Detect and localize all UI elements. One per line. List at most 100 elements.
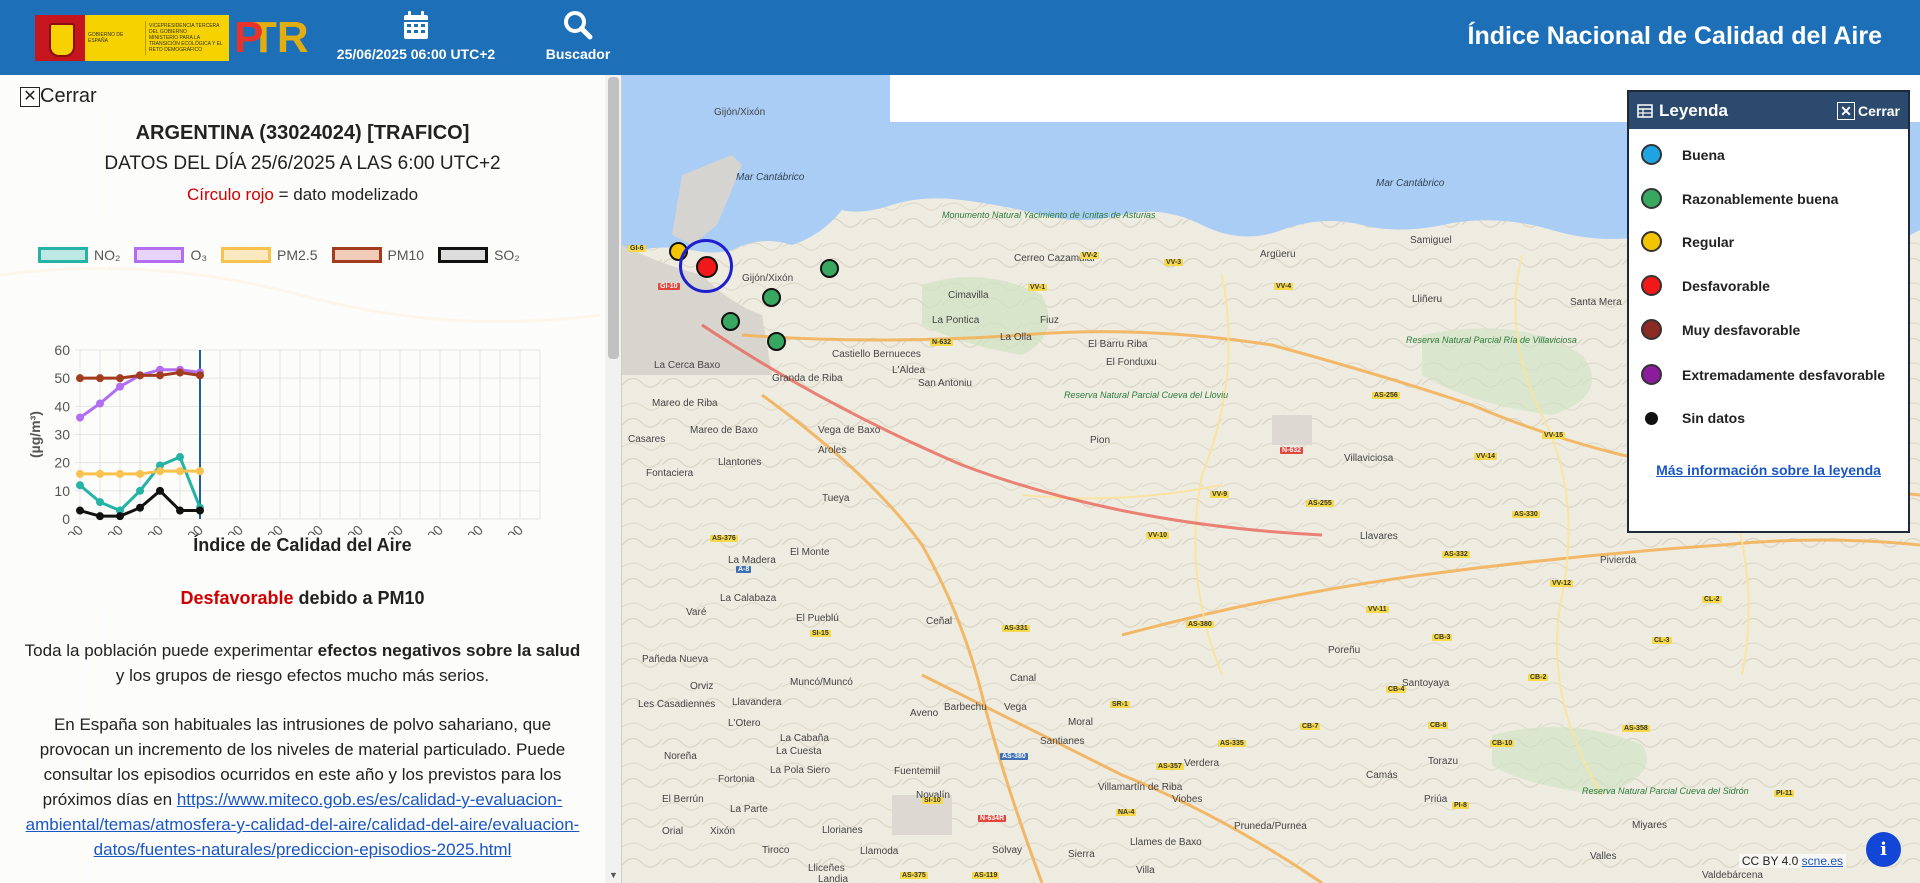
place-label: Viobes — [1172, 794, 1203, 805]
road-tag: CB-3 — [1432, 634, 1453, 641]
station-marker-good[interactable] — [820, 259, 839, 278]
legend-item-desfavorable: Desfavorable — [1641, 275, 1770, 296]
road-tag: VV-10 — [1146, 532, 1170, 539]
chart-data-point — [96, 469, 104, 478]
place-label: Lliceñes — [808, 863, 845, 874]
road-tag: SR-1 — [1110, 701, 1130, 708]
station-marker-good[interactable] — [721, 312, 740, 331]
place-label: Orial — [662, 826, 684, 837]
place-label: La Pontica — [932, 315, 980, 326]
chart-x-tick-label: 02:00 — [90, 522, 126, 535]
info-button[interactable]: i — [1866, 832, 1901, 867]
panel-scrollbar[interactable]: ▼ — [605, 75, 621, 883]
legend-dot-regular — [1641, 231, 1662, 252]
chart-y-tick-label: 60 — [54, 342, 70, 358]
place-label: La Olla — [1000, 332, 1032, 343]
legend-more-info-link[interactable]: Más información sobre la leyenda — [1629, 462, 1908, 478]
chart-legend-item[interactable]: NO₂ — [38, 247, 120, 263]
place-label: La Cabaña — [780, 733, 829, 744]
chart-y-tick-label: 50 — [54, 370, 70, 386]
chart-x-tick-label: 10:00 — [250, 522, 286, 535]
chart-data-point — [176, 368, 184, 377]
chart-legend-item[interactable]: SO₂ — [438, 247, 520, 263]
sea-label-2: Mar Cantábrico — [1376, 178, 1445, 189]
chart-legend-swatch — [38, 247, 88, 263]
chart-data-point — [136, 469, 144, 478]
legend-item-extremadamente-desfavorable: Extremadamente desfavorable — [1641, 364, 1885, 385]
ministry-name-text: MINISTERIO PARA LA TRANSICIÓN ECOLÓGICA … — [149, 35, 223, 53]
chart-legend-swatch — [221, 247, 272, 263]
place-label: La Madera — [728, 555, 776, 566]
place-label: Xixón — [710, 826, 736, 837]
chart-legend-item[interactable]: PM2.5 — [221, 247, 318, 263]
road-tag: AS-375 — [900, 872, 928, 879]
chart-data-point — [196, 506, 204, 515]
place-label: Torazu — [1428, 756, 1459, 767]
chart-data-point — [76, 481, 84, 490]
chart-data-point — [196, 371, 204, 380]
place-label: Pañeda Nueva — [642, 654, 709, 665]
chart-data-point — [156, 467, 164, 476]
legend-close-button[interactable]: ✕ Cerrar — [1836, 101, 1900, 120]
road-tag: VV-12 — [1550, 580, 1574, 587]
place-label: Argüeru — [1260, 249, 1296, 260]
place-label: Llantones — [718, 457, 762, 468]
search-icon — [564, 11, 593, 40]
legend-dot-razonablemente-buena — [1641, 188, 1662, 209]
place-label: Llavares — [1360, 531, 1398, 542]
road-tag: CL-2 — [1702, 596, 1722, 603]
aqi-title: Índice de Calidad del Aire — [193, 535, 412, 555]
prtr-logo-icon[interactable]: TR P — [234, 15, 309, 61]
place-label: Valdebárcena — [1702, 870, 1763, 881]
road-tag: GI-6 — [628, 245, 646, 252]
map-attribution: CC BY 4.0 scne.es — [1738, 854, 1846, 868]
chart-y-tick-label: 0 — [62, 511, 70, 527]
chart-x-tick-label: 04:00 — [130, 522, 166, 535]
attribution-link[interactable]: scne.es — [1802, 854, 1843, 868]
scrollbar-thumb[interactable] — [608, 77, 619, 359]
chart-data-point — [116, 512, 124, 521]
date-picker-button[interactable]: 25/06/2025 06:00 UTC+2 — [318, 10, 514, 62]
attribution-text: CC BY 4.0 — [1741, 854, 1799, 868]
reserve-label: Reserva Natural Parcial Ría de Villavici… — [1406, 335, 1577, 345]
place-label: Llames de Baxo — [1130, 837, 1202, 848]
chart-x-tick-label: 16:00 — [370, 522, 406, 535]
pollutant-chart: 010203040506000:0002:0004:0006:0008:0010… — [27, 342, 541, 535]
chart-legend-item[interactable]: PM10 — [331, 247, 424, 263]
app-root: GOBIERNO DE ESPAÑA VICEPRESIDENCIA TERCE… — [0, 0, 1920, 883]
ministry-text: VICEPRESIDENCIA TERCERA DEL GOBIERNO MIN… — [145, 21, 229, 55]
modeled-note: Círculo rojo = dato modelizado — [0, 185, 605, 205]
chart-y-tick-label: 10 — [54, 483, 70, 499]
chart-legend-swatch — [331, 247, 382, 263]
chart-data-point — [96, 498, 104, 507]
chart-y-axis-label: (µg/m³) — [27, 411, 43, 458]
health-advice: Toda la población puede experimentar efe… — [20, 638, 585, 688]
scroll-down-arrow-icon[interactable]: ▼ — [608, 870, 619, 880]
station-marker-good[interactable] — [767, 332, 786, 351]
road-tag: GI-10 — [658, 283, 680, 290]
reserve-label: Monumento Natural Yacimiento de Icnitas … — [942, 210, 1156, 220]
place-label: Miyares — [1632, 820, 1668, 831]
panel-close-button[interactable]: ✕ Cerrar — [20, 85, 97, 108]
search-button[interactable]: Buscador — [540, 10, 616, 62]
chart-x-tick-label: 08:00 — [210, 522, 246, 535]
search-label: Buscador — [545, 46, 611, 62]
spain-shield-icon — [35, 15, 85, 61]
road-tag: CB-2 — [1528, 674, 1549, 681]
station-marker-selected[interactable] — [696, 256, 718, 278]
chart-data-point — [116, 469, 124, 478]
government-logo[interactable]: GOBIERNO DE ESPAÑA VICEPRESIDENCIA TERCE… — [35, 15, 229, 61]
road-tag: N-632 — [930, 339, 954, 346]
station-marker-good[interactable] — [762, 288, 781, 307]
road-tag: VV-14 — [1474, 453, 1498, 460]
road-tag: VV-9 — [1210, 491, 1230, 498]
road-tag: VV-4 — [1274, 283, 1294, 290]
road-tag: N-634R — [978, 815, 1007, 822]
place-label: El Fonduxu — [1106, 357, 1157, 368]
place-label: Tueya — [822, 493, 850, 504]
chart-data-point — [116, 382, 124, 391]
chart-data-point — [196, 467, 204, 476]
road-tag: VV-3 — [1164, 259, 1184, 266]
place-label: Mareo de Baxo — [690, 425, 758, 436]
chart-legend-item[interactable]: O₃ — [134, 247, 207, 263]
